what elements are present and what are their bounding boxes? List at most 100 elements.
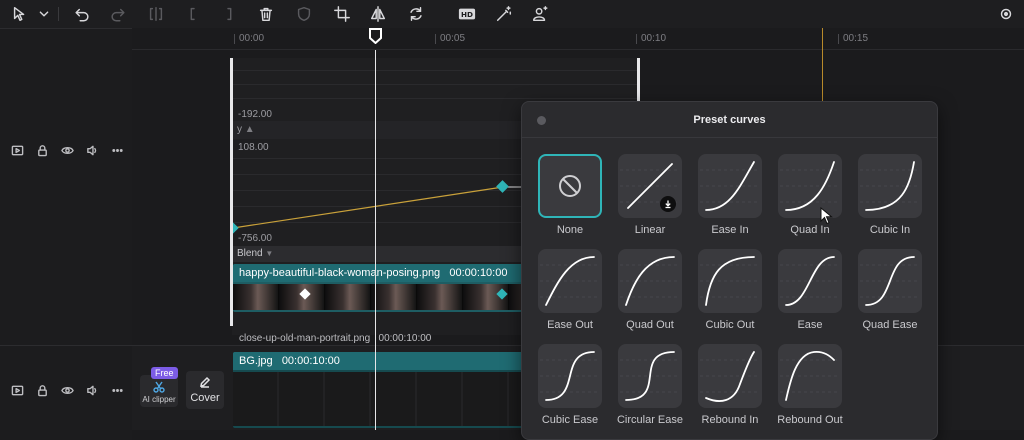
curve-graph-icon — [700, 351, 760, 402]
delete-icon[interactable] — [256, 4, 276, 24]
keyframe-bottom-value: -756.00 — [238, 233, 272, 244]
keyframe-point[interactable] — [233, 222, 239, 234]
more-options-icon[interactable] — [996, 4, 1016, 24]
curve-thumbnail[interactable] — [858, 249, 922, 313]
free-badge: Free — [151, 367, 178, 379]
keyframe-mid-value: 108.00 — [238, 142, 269, 153]
preset-curve-linear[interactable]: Linear — [618, 154, 682, 236]
preset-curve-quad-out[interactable]: Quad Out — [618, 249, 682, 331]
clip-name: close-up-old-man-portrait.png — [239, 333, 371, 344]
playhead-handle-icon[interactable] — [368, 28, 383, 44]
curve-thumbnail[interactable] — [698, 249, 762, 313]
mirror-icon[interactable] — [368, 4, 388, 24]
lock-icon[interactable] — [35, 143, 49, 157]
grid-line — [233, 84, 637, 85]
eye-icon[interactable] — [60, 143, 74, 157]
toolbar: HD — [0, 0, 1024, 28]
curve-label: Quad Out — [626, 319, 674, 331]
curve-graph-icon — [780, 350, 840, 401]
curve-graph-icon — [780, 256, 840, 306]
hd-icon[interactable]: HD — [456, 4, 478, 24]
trim-right-icon[interactable] — [218, 4, 238, 24]
chevron-down-icon[interactable] — [34, 4, 54, 24]
curve-label: Rebound In — [701, 414, 759, 426]
curve-graph-icon — [700, 256, 760, 306]
thumbnail — [417, 284, 463, 310]
speaker-icon[interactable] — [85, 143, 99, 157]
cover-label: Cover — [190, 392, 220, 404]
no-curve-icon — [559, 175, 581, 197]
curve-label: Ease In — [711, 224, 749, 236]
more-icon[interactable] — [110, 143, 124, 157]
panel-divider — [0, 345, 132, 346]
rotate-icon[interactable] — [406, 4, 426, 24]
preset-curve-ease-in[interactable]: Ease In — [698, 154, 762, 236]
track-thumbnail-icon[interactable] — [10, 383, 24, 397]
preset-curve-ease[interactable]: Ease — [778, 249, 842, 331]
track-controls-main — [10, 143, 124, 157]
preset-curve-quad-ease[interactable]: Quad Ease — [858, 249, 922, 331]
speaker-icon[interactable] — [85, 383, 99, 397]
clip-name: BG.jpg — [239, 355, 273, 367]
curve-thumbnail[interactable] — [778, 344, 842, 408]
thumbnail — [371, 284, 417, 310]
grid-line — [233, 70, 637, 71]
lock-icon[interactable] — [35, 383, 49, 397]
curve-thumbnail[interactable] — [618, 344, 682, 408]
curve-label: Linear — [634, 224, 666, 236]
redo-icon[interactable] — [108, 4, 128, 24]
undo-icon[interactable] — [72, 4, 92, 24]
curve-thumbnail[interactable] — [618, 249, 682, 313]
preset-curve-cubic-out[interactable]: Cubic Out — [698, 249, 762, 331]
crop-icon[interactable] — [332, 4, 352, 24]
curve-thumbnail[interactable] — [538, 344, 602, 408]
person-sparkle-icon[interactable] — [530, 4, 550, 24]
curve-thumbnail[interactable] — [618, 154, 682, 218]
curve-graph-icon — [860, 256, 920, 306]
trim-left-icon[interactable] — [184, 4, 204, 24]
split-icon[interactable] — [146, 4, 166, 24]
curve-thumbnail[interactable] — [698, 344, 762, 408]
playhead-line[interactable] — [375, 50, 376, 430]
shield-icon[interactable] — [294, 4, 314, 24]
curve-thumbnail[interactable] — [858, 154, 922, 218]
curve-label: Cubic In — [869, 224, 911, 236]
magic-wand-icon[interactable] — [494, 4, 514, 24]
track-header-panel — [0, 28, 132, 440]
eye-icon[interactable] — [60, 383, 74, 397]
curve-label: Quad Ease — [862, 319, 918, 331]
preset-curve-cubic-in[interactable]: Cubic In — [858, 154, 922, 236]
curve-thumbnail[interactable] — [778, 249, 842, 313]
keyframe-top-value: -192.00 — [238, 109, 272, 120]
curve-thumbnail[interactable] — [698, 154, 762, 218]
clip-selection-left-edge[interactable] — [230, 58, 233, 326]
timeline-ruler[interactable]: 00:00 00:05 00:10 00:15 — [132, 28, 1024, 50]
preset-curve-none[interactable]: None — [538, 154, 602, 236]
more-icon[interactable] — [110, 383, 124, 397]
ai-clipper-button[interactable]: Free AI clipper — [140, 367, 178, 407]
track-thumbnail-icon[interactable] — [10, 143, 24, 157]
preset-curve-circular-ease[interactable]: Circular Ease — [617, 344, 683, 426]
ruler-label: 00:10 — [636, 34, 666, 44]
curve-thumbnail[interactable] — [538, 154, 602, 218]
curve-graph-icon — [620, 256, 680, 306]
preset-curve-rebound-out[interactable]: Rebound Out — [777, 344, 843, 426]
grid-line — [233, 98, 637, 99]
curve-thumbnail[interactable] — [538, 249, 602, 313]
clip-duration: 00:00:10:00 — [281, 355, 340, 367]
curve-label: Ease Out — [547, 319, 593, 331]
svg-text:HD: HD — [461, 10, 473, 19]
preset-curves-title: Preset curves — [693, 114, 766, 126]
preset-curve-cubic-ease[interactable]: Cubic Ease — [538, 344, 602, 426]
download-icon[interactable] — [660, 196, 676, 212]
ai-clipper-label: AI clipper — [142, 395, 176, 404]
preset-curves-header: Preset curves — [522, 102, 937, 138]
preset-curve-ease-out[interactable]: Ease Out — [538, 249, 602, 331]
curve-label: Cubic Ease — [541, 414, 599, 426]
cover-button[interactable]: Cover — [186, 371, 224, 409]
preset-curve-rebound-in[interactable]: Rebound In — [698, 344, 762, 426]
curve-graph-icon — [620, 351, 680, 401]
ruler-label: 00:15 — [838, 34, 868, 44]
cursor-select-icon[interactable] — [10, 4, 30, 24]
keyframe-point[interactable] — [496, 180, 509, 193]
